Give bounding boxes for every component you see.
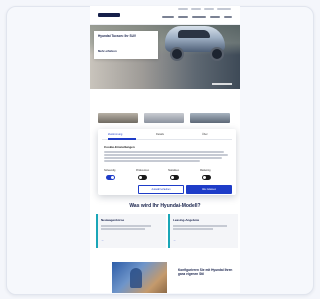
offer-text-line [173,225,227,227]
main-nav-link[interactable] [224,16,232,18]
cookie-text-line [104,160,200,162]
cookie-category-marketing: Marketing [200,169,228,183]
toggle-switch[interactable] [138,175,147,180]
category-label: Statistiken [168,169,180,172]
cookie-category-preferences: Präferenzen [136,169,164,183]
top-nav-link[interactable] [204,8,214,10]
main-nav-link[interactable] [210,16,220,18]
tab-about[interactable]: Über [202,133,208,136]
toggle-switch[interactable] [170,175,179,180]
hero-cta-link[interactable]: Mehr erfahren [98,49,148,53]
allow-all-button[interactable]: Alle zulassen [186,185,232,194]
cookie-text-line [104,151,224,153]
cookie-text-line [104,157,222,159]
carousel-indicator[interactable] [212,83,232,85]
offer-title: Leasing-Angebote [173,218,200,222]
tab-consent[interactable]: Zustimmung [108,133,122,136]
main-nav-link[interactable] [192,16,206,18]
toggle-knob [203,176,206,179]
top-nav-link[interactable] [178,8,188,10]
toggle-switch[interactable] [202,175,211,180]
website-screenshot: Hyundai Tucson: Ihr SUV Mehr erfahren Zu… [90,6,240,293]
top-nav-link[interactable] [217,8,231,10]
cookie-heading: Cookie-Einstellungen [104,145,135,149]
cookie-category-necessary: Notwendig [104,169,132,183]
offer-text-line [101,228,145,230]
cookie-consent-dialog: Zustimmung Details Über Cookie-Einstellu… [98,129,236,195]
offer-text-line [173,228,213,230]
category-label: Präferenzen [136,169,150,172]
toggle-knob [139,176,142,179]
offer-card[interactable]: Neuwagenbörse → [96,214,166,248]
arrow-right-icon: → [173,238,176,242]
model-thumbnail-strip [90,113,240,125]
main-nav-link[interactable] [178,16,188,18]
main-nav-link[interactable] [162,16,174,18]
car-wheel [170,47,184,61]
cookie-category-statistics: Statistiken [168,169,196,183]
toggle-knob [111,176,114,179]
promo-person [130,268,142,288]
allow-selection-button[interactable]: Auswahl erlauben [138,185,184,194]
car-window [178,30,210,38]
offer-card[interactable]: Leasing-Angebote → [168,214,238,248]
offer-title: Neuwagenbörse [101,218,125,222]
top-nav-link[interactable] [191,8,201,10]
hero-title: Hyundai Tucson: Ihr SUV [98,34,137,38]
toggle-knob [171,176,174,179]
cookie-text-line [104,154,228,156]
offer-text-line [101,225,151,227]
model-thumbnail[interactable] [98,113,138,123]
active-tab-indicator [108,138,136,140]
section-heading: Was wird Ihr Hyundai-Modell? [129,203,201,209]
model-thumbnail[interactable] [144,113,184,123]
arrow-right-icon: → [101,238,104,242]
model-thumbnail[interactable] [190,113,230,123]
promo-title: Konfigurieren Sie mit Hyundai Ihren ganz… [178,268,233,276]
hero-text-box: Hyundai Tucson: Ihr SUV Mehr erfahren [94,31,158,59]
category-label: Notwendig [104,169,116,172]
site-header [90,6,240,25]
category-label: Marketing [200,169,211,172]
car-wheel [210,47,224,61]
brand-logo[interactable] [98,13,120,17]
toggle-switch[interactable] [106,175,115,180]
tab-details[interactable]: Details [156,133,164,136]
